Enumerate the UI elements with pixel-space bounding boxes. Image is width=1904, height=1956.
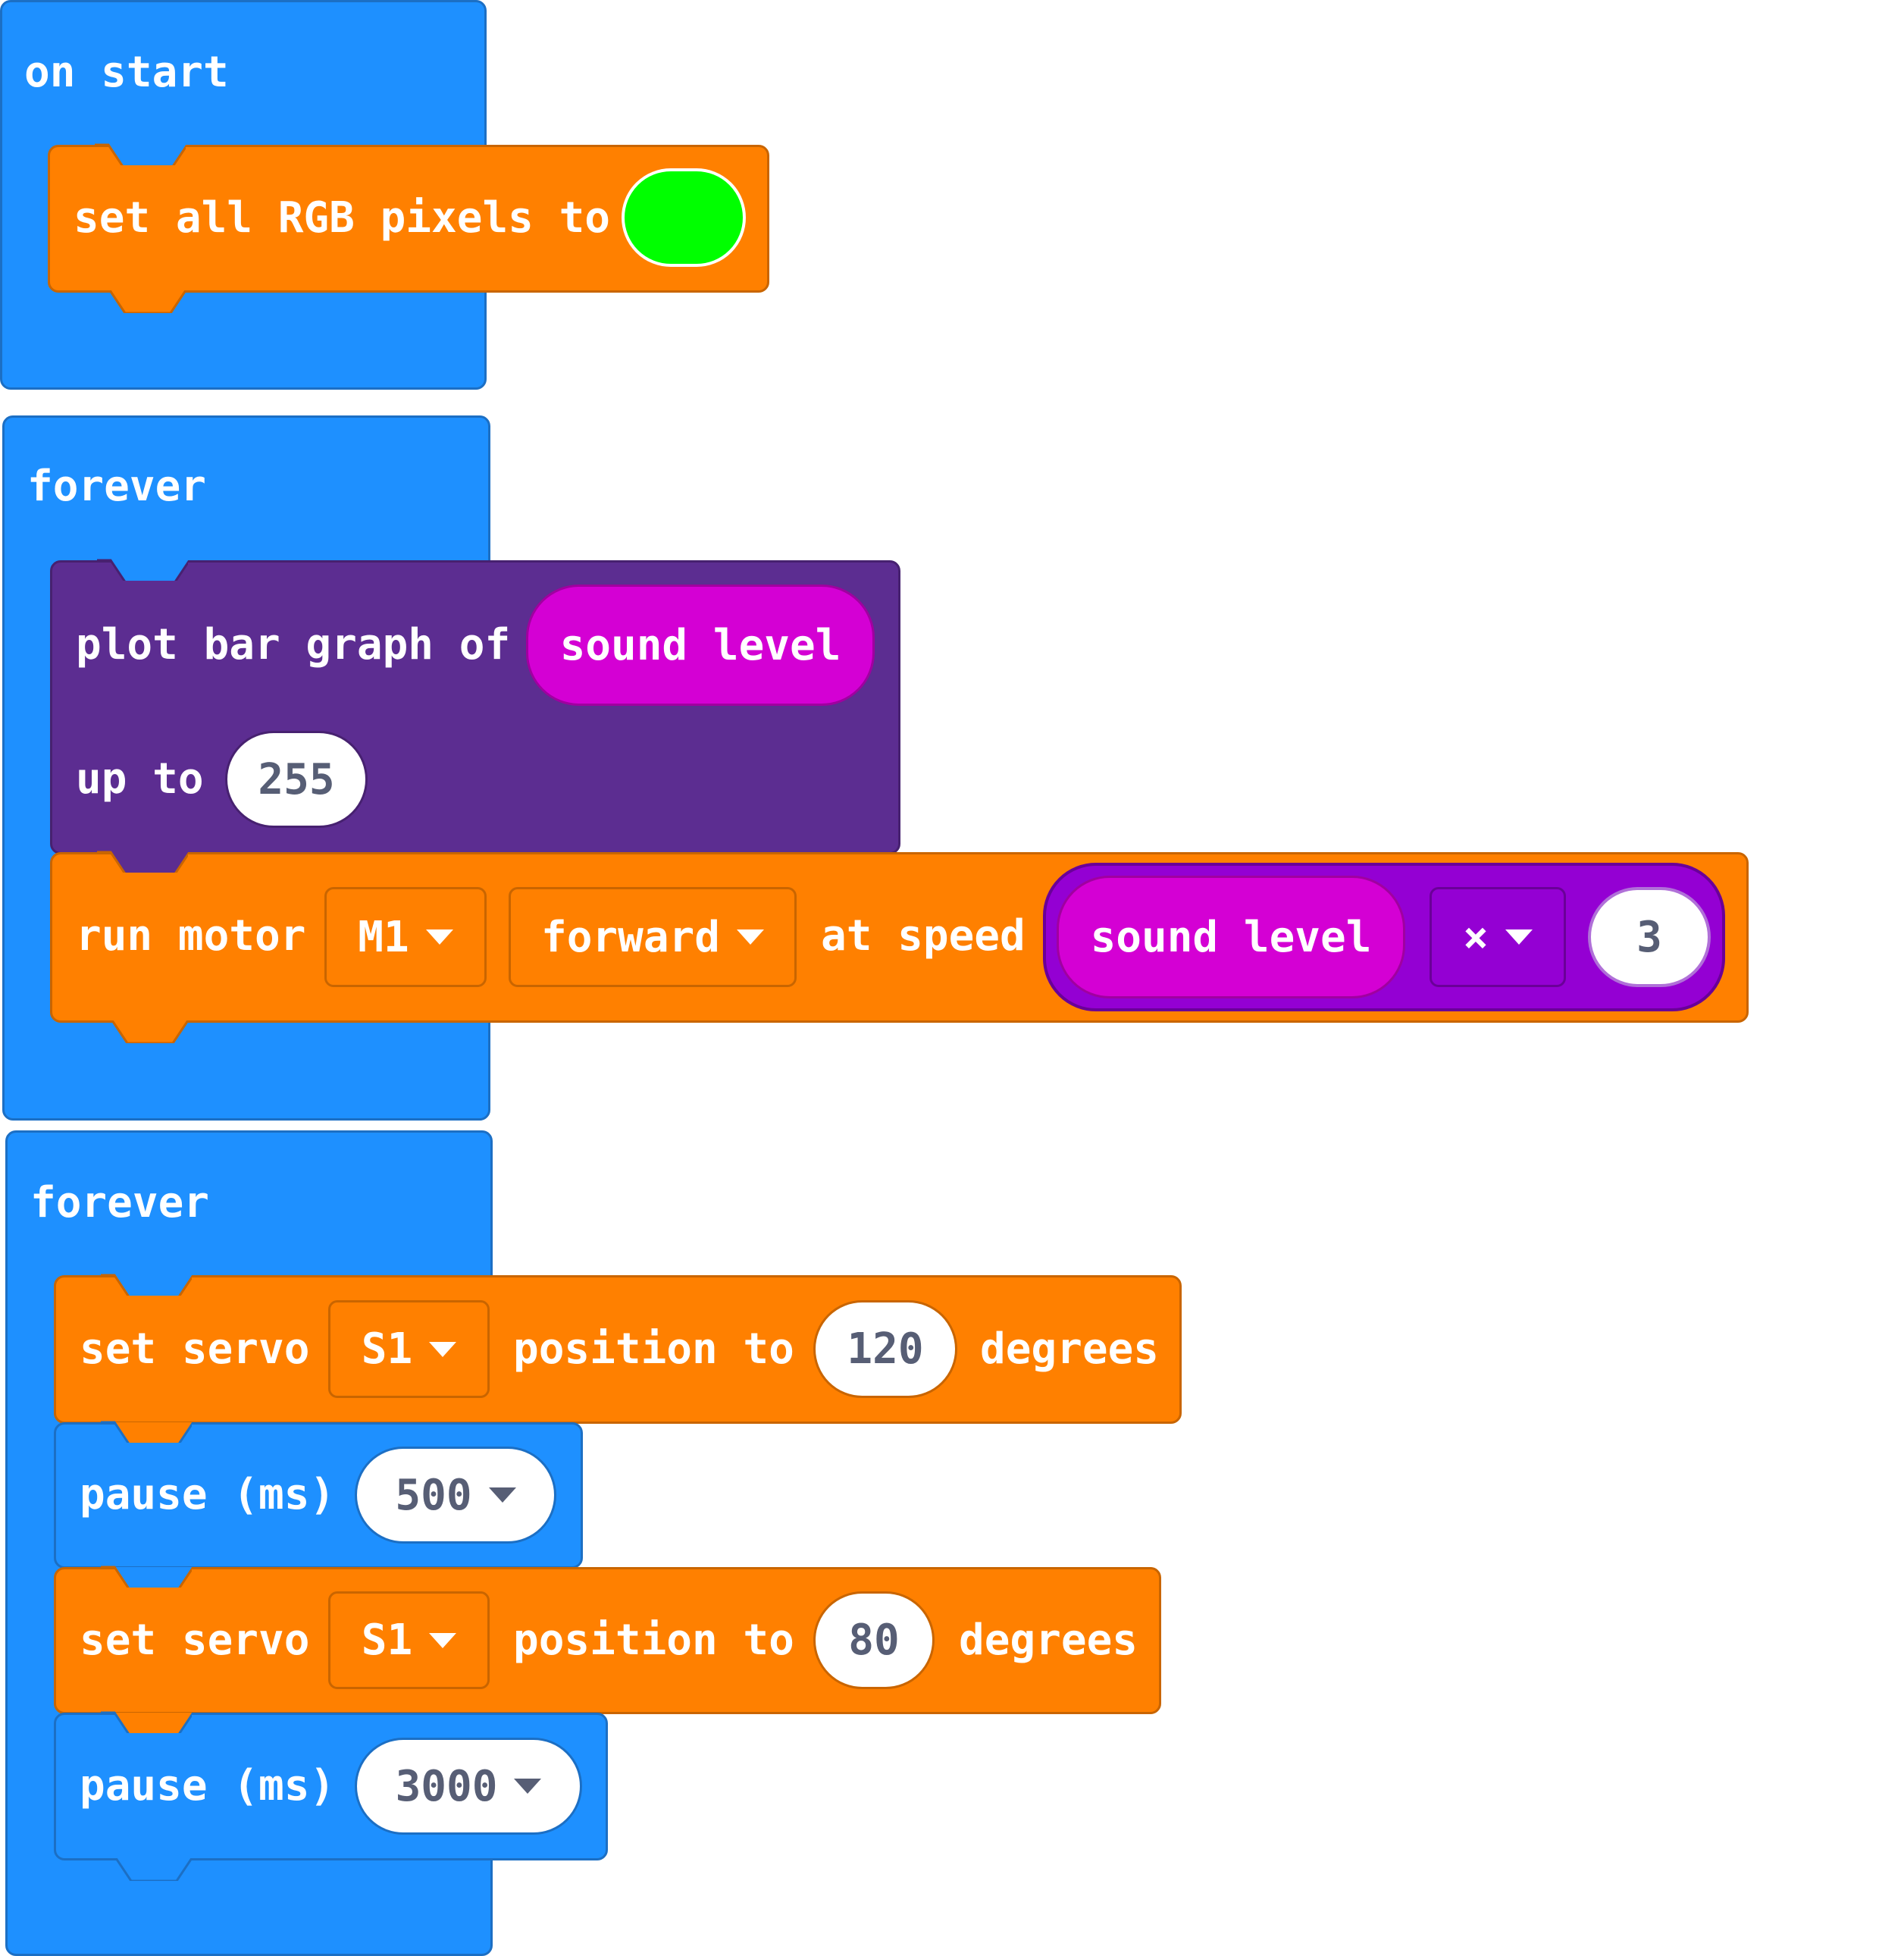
up-to-value: 255 (258, 754, 335, 804)
block-notch (99, 1020, 188, 1043)
pause-duration-dropdown-2[interactable]: 3000 (355, 1738, 582, 1835)
up-to-label: up to (76, 754, 204, 804)
set-all-rgb-label: set all RGB pixels to (74, 193, 611, 243)
set-servo-label-1: set servo (80, 1324, 310, 1374)
pause-label-2: pause (ms) (80, 1761, 336, 1810)
degrees-label-1: degrees (980, 1324, 1160, 1374)
direction-dropdown[interactable]: forward (509, 887, 797, 987)
operator-dropdown[interactable]: × (1430, 887, 1566, 987)
on-start-label: on start (24, 48, 229, 97)
motor-value: M1 (358, 912, 409, 962)
block-notch (97, 851, 188, 873)
chevron-down-icon (1505, 929, 1533, 945)
position-to-label-2: position to (513, 1616, 794, 1665)
servo-angle-value-2: 80 (848, 1616, 900, 1665)
servo-angle-input-1[interactable]: 120 (813, 1300, 957, 1398)
block-notch (101, 1566, 192, 1588)
at-speed-label: at speed (821, 911, 1026, 961)
sound-level-label: sound level (559, 620, 841, 670)
servo-value-2: S1 (361, 1616, 413, 1665)
servo-angle-value-1: 120 (847, 1324, 924, 1374)
set-servo-label-2: set servo (80, 1616, 310, 1665)
forever-label-2: forever (30, 1178, 210, 1227)
motor-dropdown[interactable]: M1 (324, 887, 487, 987)
run-motor-label: run motor (76, 911, 306, 961)
pause-value-2: 3000 (395, 1761, 498, 1811)
multiplier-input[interactable]: 3 (1588, 887, 1711, 987)
block-notch (95, 143, 186, 165)
servo-dropdown-2[interactable]: S1 (328, 1591, 490, 1689)
servo-dropdown-1[interactable]: S1 (328, 1300, 490, 1398)
block-notch (103, 1858, 192, 1881)
block-notch (97, 290, 186, 313)
pause-label-1: pause (ms) (80, 1470, 336, 1519)
servo-value-1: S1 (361, 1324, 413, 1374)
rgb-color-picker[interactable] (622, 168, 746, 267)
direction-value: forward (540, 912, 720, 962)
servo-angle-input-2[interactable]: 80 (813, 1591, 935, 1689)
multiplier-value: 3 (1636, 912, 1662, 962)
block-notch (97, 559, 188, 581)
degrees-label-2: degrees (959, 1616, 1138, 1665)
operator-value: × (1463, 912, 1489, 962)
up-to-input[interactable]: 255 (225, 731, 368, 828)
block-notch (101, 1421, 192, 1443)
block-notch (101, 1274, 192, 1296)
chevron-down-icon (429, 1632, 457, 1648)
block-notch (101, 1711, 192, 1733)
sound-level-reporter-2[interactable]: sound level (1057, 876, 1405, 998)
chevron-down-icon (425, 929, 453, 945)
position-to-label-1: position to (513, 1324, 794, 1374)
chevron-down-icon (488, 1487, 516, 1503)
chevron-down-icon (429, 1341, 457, 1357)
sound-level-reporter[interactable]: sound level (526, 585, 875, 706)
chevron-down-icon (737, 929, 764, 945)
pause-value-1: 500 (395, 1470, 472, 1520)
sound-level-label-2: sound level (1090, 912, 1372, 962)
plot-bar-graph-label: plot bar graph of (76, 620, 511, 669)
chevron-down-icon (514, 1779, 542, 1794)
pause-duration-dropdown-1[interactable]: 500 (355, 1447, 556, 1544)
forever-label-1: forever (27, 462, 207, 511)
